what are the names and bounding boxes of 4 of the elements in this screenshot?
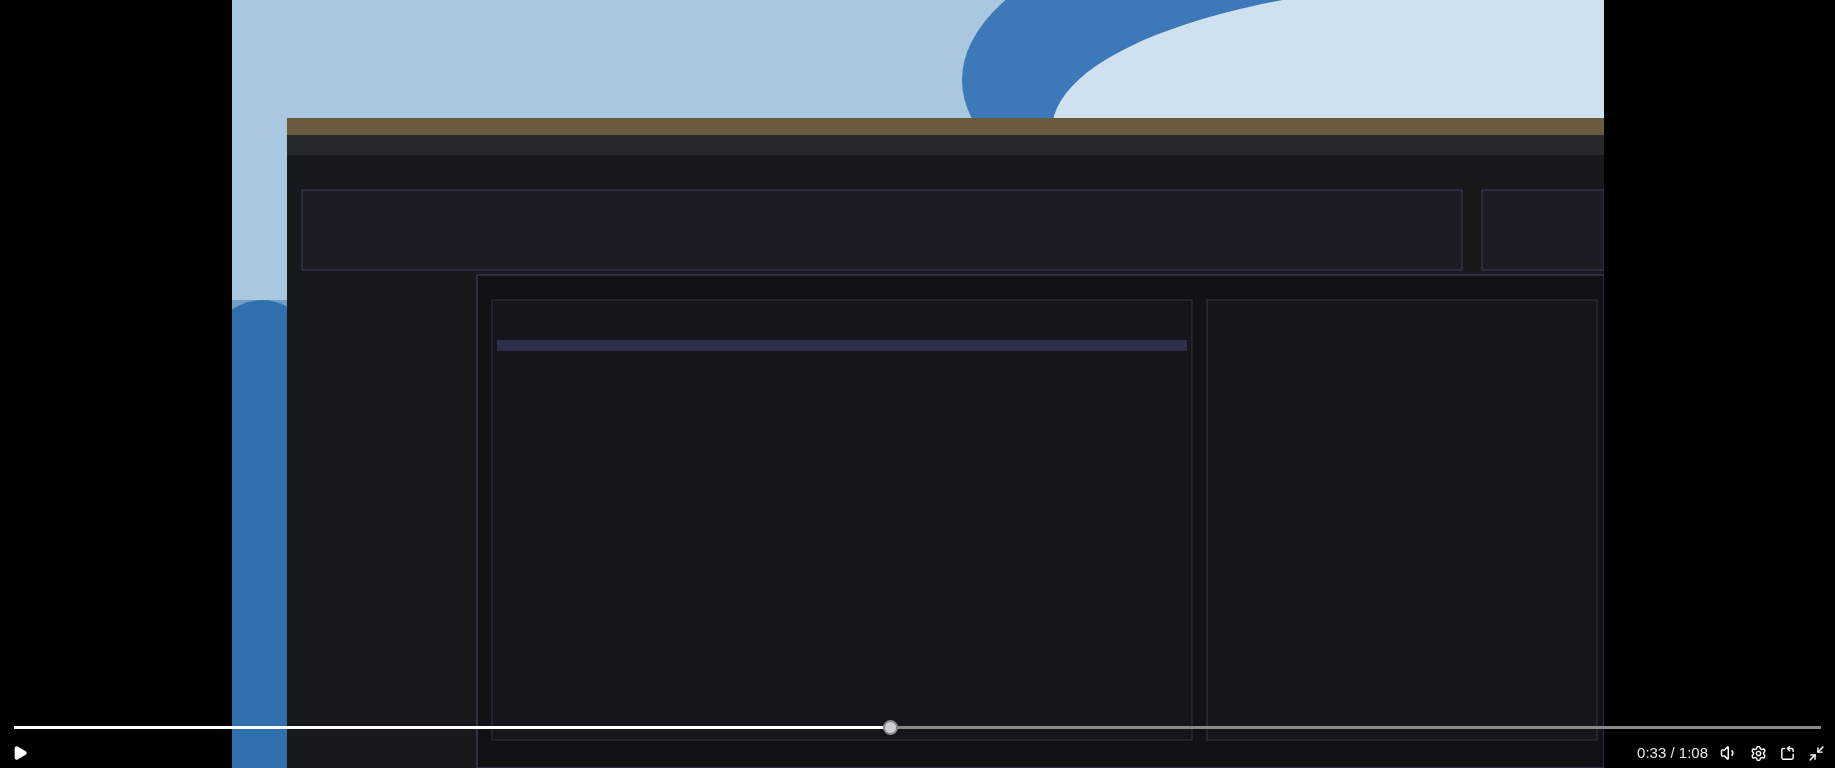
time-display: 0:33 / 1:08 xyxy=(1637,743,1708,763)
exit-fullscreen-icon[interactable] xyxy=(1808,744,1825,762)
rotate-icon[interactable] xyxy=(1779,744,1796,762)
settings-icon[interactable] xyxy=(1750,744,1767,762)
